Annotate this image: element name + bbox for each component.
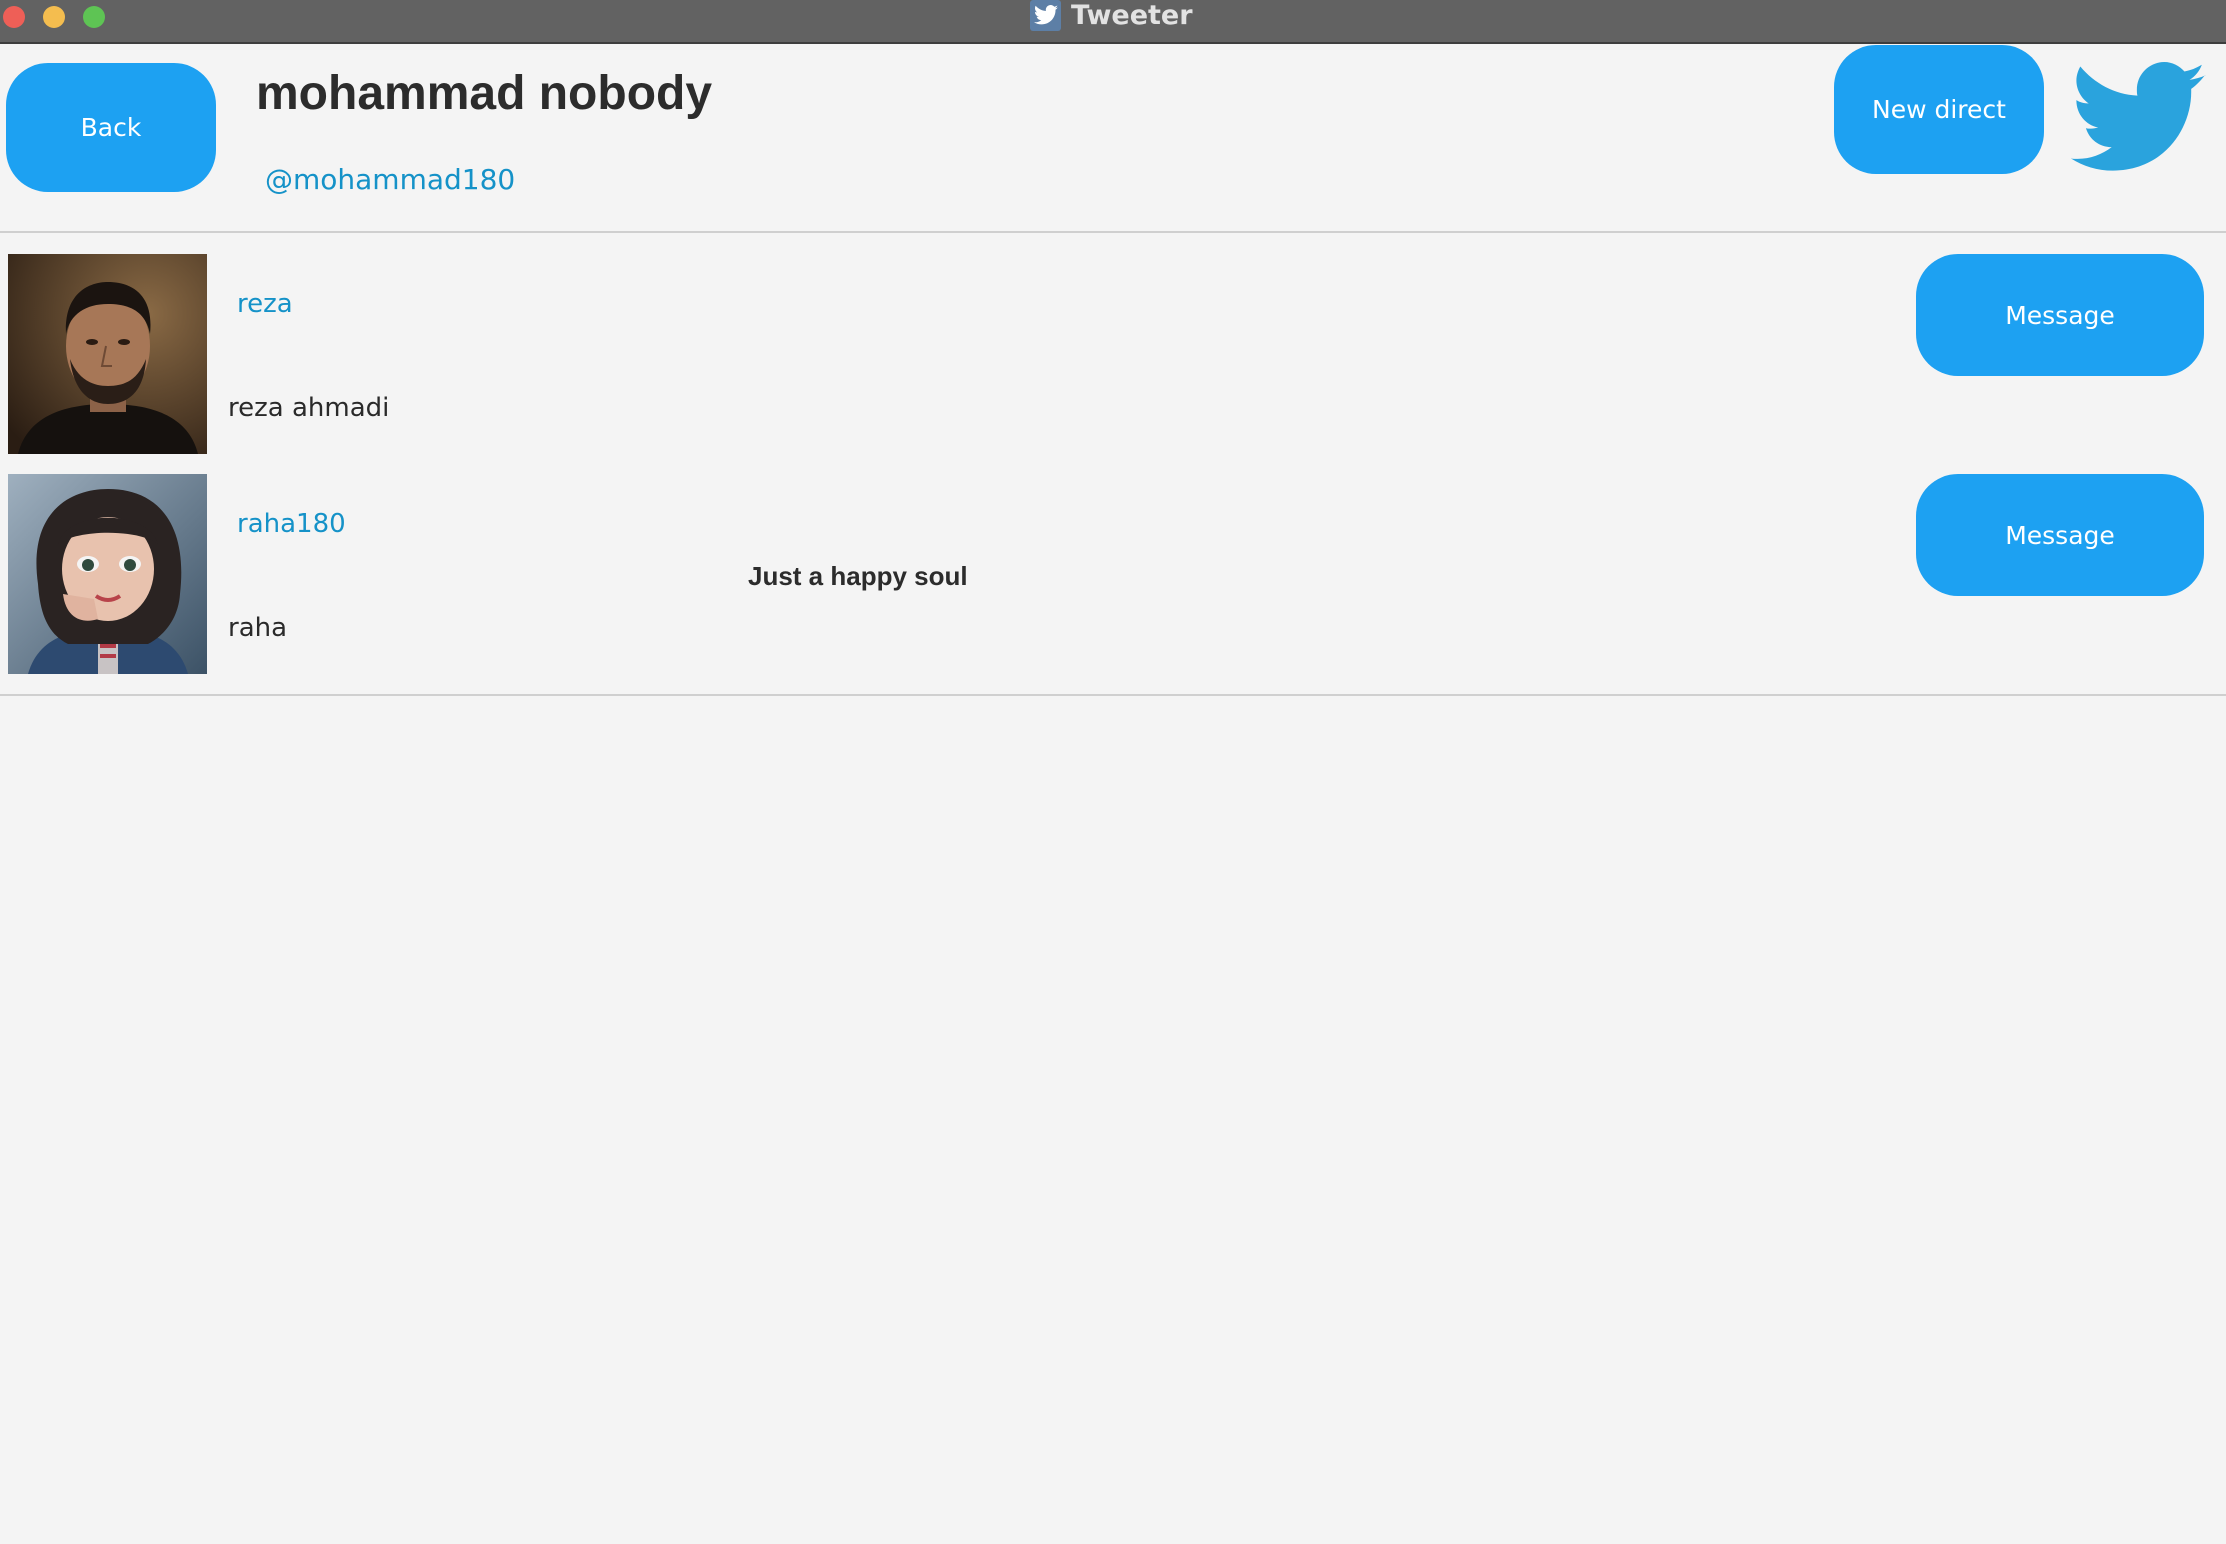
window-titlebar: Tweeter [0,0,2226,44]
avatar [8,474,207,674]
window-title: Tweeter [1071,0,1193,31]
minimize-window-button[interactable] [43,6,65,28]
maximize-window-button[interactable] [83,6,105,28]
list-divider [0,694,2226,696]
user-username[interactable]: reza [237,289,293,319]
profile-handle: @mohammad180 [265,163,516,196]
message-button[interactable]: Message [1916,254,2204,376]
back-button[interactable]: Back [6,63,216,192]
new-direct-button[interactable]: New direct [1834,45,2044,174]
list-item: reza reza ahmadi Message [0,254,2226,454]
profile-name: mohammad nobody [256,67,713,120]
avatar [8,254,207,454]
header-divider [0,231,2226,233]
twitter-bird-icon [2070,62,2206,174]
user-full-name: raha [228,613,288,643]
close-window-button[interactable] [3,6,25,28]
window-title-group: Tweeter [1030,0,1193,31]
user-bio: Just a happy soul [748,561,968,591]
list-item: raha180 Just a happy soul raha Message [0,474,2226,674]
twitter-bird-icon [1030,0,1061,31]
user-full-name: reza ahmadi [228,393,390,423]
message-button[interactable]: Message [1916,474,2204,596]
user-username[interactable]: raha180 [237,509,346,539]
